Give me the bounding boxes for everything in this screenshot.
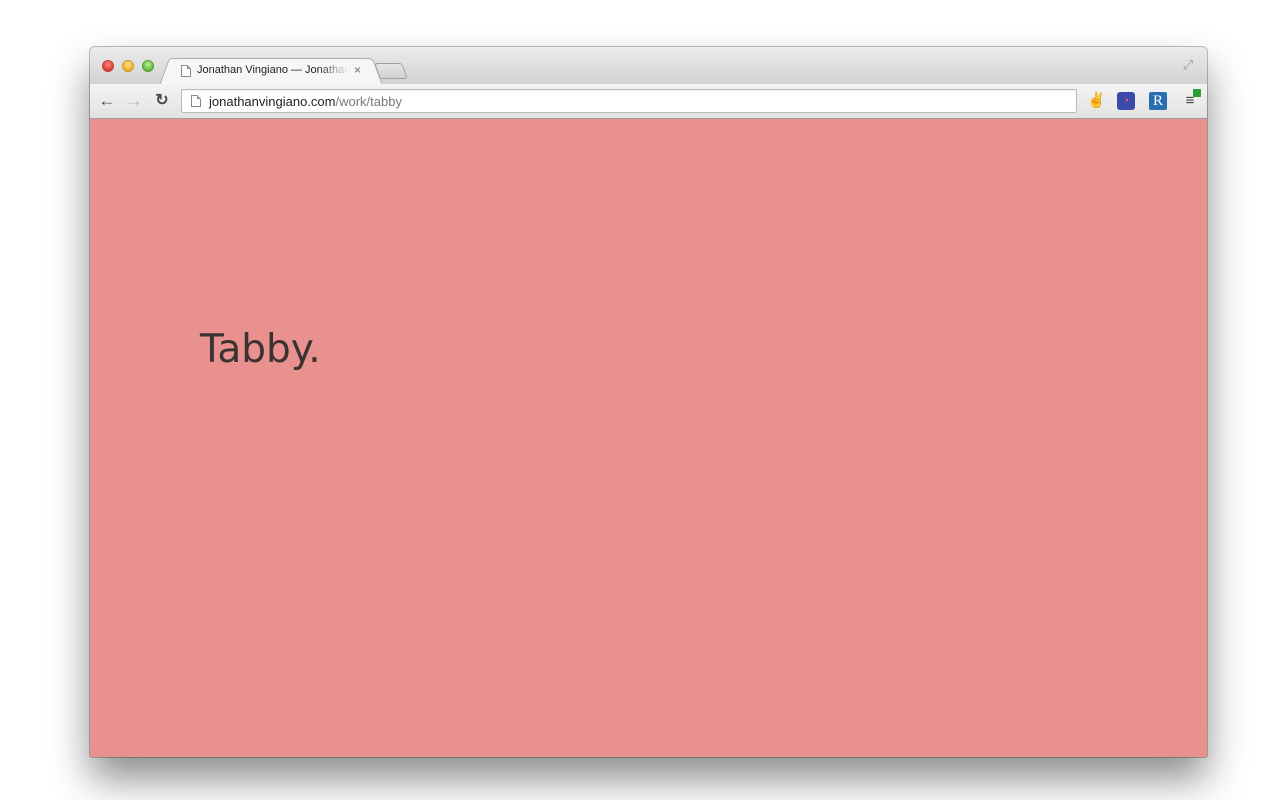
tab-title: Jonathan Vingiano — Jonathan Vingiano xyxy=(197,64,349,76)
r-extension-icon[interactable]: R xyxy=(1149,92,1167,110)
fullscreen-icon[interactable]: ⤢ xyxy=(1181,58,1195,72)
page-content: Tabby. xyxy=(90,119,1207,757)
close-window-button[interactable] xyxy=(102,60,114,72)
title-bar: Jonathan Vingiano — Jonathan Vingiano × … xyxy=(90,47,1207,86)
url-host: jonathanvingiano.com xyxy=(209,94,336,109)
address-bar[interactable]: jonathanvingiano.com/work/tabby xyxy=(181,89,1077,113)
minimize-window-button[interactable] xyxy=(122,60,134,72)
forward-button[interactable]: → xyxy=(124,91,144,111)
browser-toolbar: ← → ↻ jonathanvingiano.com/work/tabby ✌ … xyxy=(90,84,1207,119)
speed-dial-icon[interactable]: ◔ xyxy=(1117,92,1135,110)
update-badge xyxy=(1193,89,1201,97)
menu-icon[interactable]: ≡ xyxy=(1181,89,1201,110)
url-text[interactable]: jonathanvingiano.com/work/tabby xyxy=(209,94,402,109)
back-button[interactable]: ← xyxy=(97,91,117,111)
page-headline: Tabby. xyxy=(200,327,321,372)
zoom-window-button[interactable] xyxy=(142,60,154,72)
peace-hand-icon[interactable]: ✌ xyxy=(1087,92,1106,110)
new-tab-button[interactable] xyxy=(374,63,408,79)
tab-close-icon[interactable]: × xyxy=(354,63,361,77)
tab-active[interactable]: Jonathan Vingiano — Jonathan Vingiano × xyxy=(170,58,372,86)
reload-button[interactable]: ↻ xyxy=(152,91,172,111)
url-path: /work/tabby xyxy=(335,94,402,109)
page-icon xyxy=(191,95,201,107)
page-icon xyxy=(181,65,191,77)
browser-window: Jonathan Vingiano — Jonathan Vingiano × … xyxy=(90,47,1207,757)
